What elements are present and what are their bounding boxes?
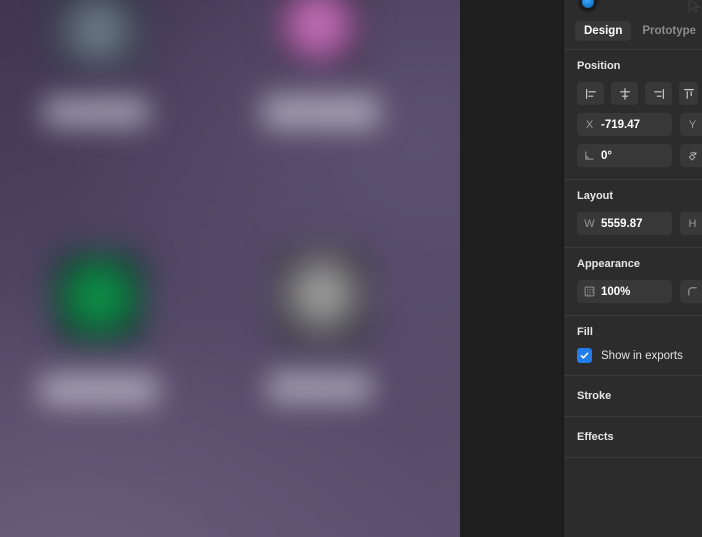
effects-section-title: Effects — [577, 431, 614, 443]
divider — [564, 457, 702, 458]
y-position-field[interactable]: Y - — [680, 113, 702, 136]
align-left-icon[interactable] — [577, 82, 604, 105]
layout-section-title: Layout — [577, 190, 614, 202]
tab-prototype[interactable]: Prototype — [633, 21, 702, 41]
flip-icon — [687, 150, 698, 162]
position-rotation-row: 0° — [564, 144, 702, 167]
cursor-icon — [687, 0, 701, 14]
align-right-icon[interactable] — [645, 82, 672, 105]
app-icon-magenta — [275, 0, 365, 66]
corner-radius-icon — [687, 286, 698, 297]
stroke-section-title: Stroke — [577, 390, 612, 402]
height-field[interactable]: H 5 — [680, 212, 702, 235]
opacity-icon — [584, 286, 595, 297]
width-value: 5559.87 — [601, 217, 643, 230]
rotation-icon — [584, 150, 595, 161]
app-icon-label — [40, 375, 158, 405]
canvas-gutter — [460, 0, 563, 537]
show-in-exports-label: Show in exports — [601, 349, 683, 362]
appearance-row: 100% M — [564, 280, 702, 303]
align-button-group — [564, 82, 702, 105]
width-label: W — [584, 217, 595, 230]
show-in-exports-checkbox[interactable] — [577, 348, 592, 363]
avatar[interactable] — [577, 0, 599, 13]
design-canvas[interactable] — [0, 0, 460, 537]
x-position-value: -719.47 — [601, 118, 641, 131]
position-section: Position X -719.47 Y 0° — [564, 50, 702, 179]
x-position-field[interactable]: X -719.47 — [577, 113, 672, 136]
app-icon-slate — [54, 0, 142, 66]
width-field[interactable]: W 5559.87 — [577, 212, 672, 235]
layout-section: Layout W 5559.87 H 5 — [564, 180, 702, 247]
canvas-texture-overlay — [258, 88, 386, 136]
fill-section-title: Fill — [577, 326, 593, 338]
tab-design[interactable]: Design — [575, 21, 632, 41]
rotation-field[interactable]: 0° — [577, 144, 672, 167]
effects-section[interactable]: Effects — [564, 417, 702, 457]
opacity-field[interactable]: 100% — [577, 280, 672, 303]
canvas-texture-overlay — [276, 236, 372, 406]
align-top-icon[interactable] — [679, 82, 698, 105]
fill-section: Fill Show in exports — [564, 316, 702, 375]
app-icon-label — [44, 98, 148, 126]
inspector-panel: Design Prototype Position X -719.47 Y 0°… — [563, 0, 702, 537]
x-axis-label: X — [585, 118, 594, 131]
stroke-section[interactable]: Stroke — [564, 376, 702, 416]
layout-wh-row: W 5559.87 H 5 — [564, 212, 702, 235]
height-label: H — [688, 217, 697, 230]
flip-field[interactable] — [680, 144, 702, 167]
panel-tabs: Design Prototype — [564, 18, 702, 49]
opacity-value: 100% — [601, 285, 631, 298]
position-section-title: Position — [577, 60, 621, 72]
appearance-section-title: Appearance — [577, 258, 640, 270]
panel-topbar — [564, 0, 702, 18]
figma-editor-window: Design Prototype Position X -719.47 Y 0°… — [0, 0, 702, 537]
align-horizontal-center-icon[interactable] — [611, 82, 638, 105]
app-icon-green — [52, 250, 146, 344]
corner-radius-field[interactable]: M — [680, 280, 702, 303]
show-in-exports-row[interactable]: Show in exports — [564, 348, 702, 363]
rotation-value: 0° — [601, 149, 612, 162]
canvas-artboard-group — [0, 0, 460, 537]
y-axis-label: Y — [688, 118, 697, 131]
position-xy-row: X -719.47 Y - — [564, 113, 702, 136]
appearance-section: Appearance 100% — [564, 248, 702, 315]
